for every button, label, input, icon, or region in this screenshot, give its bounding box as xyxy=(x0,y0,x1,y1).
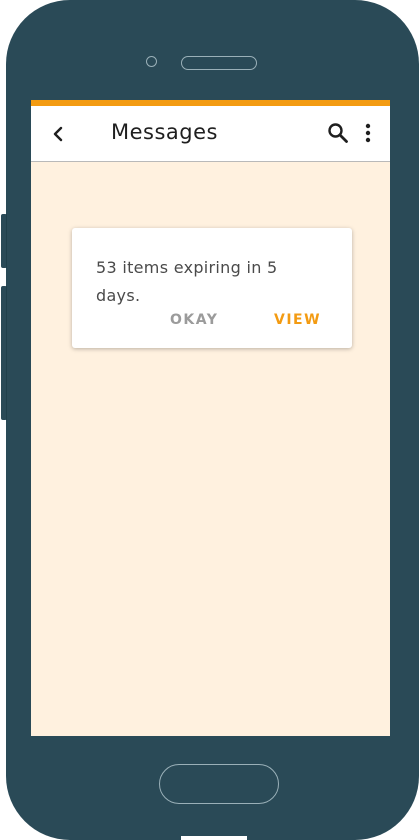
home-button xyxy=(159,764,279,804)
view-button[interactable]: VIEW xyxy=(274,312,321,328)
front-camera xyxy=(146,56,157,67)
search-button[interactable] xyxy=(327,122,349,144)
okay-button[interactable]: OKAY xyxy=(170,312,218,328)
more-options-button[interactable] xyxy=(361,122,375,144)
page-title: Messages xyxy=(111,120,218,144)
search-icon xyxy=(328,123,348,143)
app-screen: Messages 53 items expiring in 5 days. OK… xyxy=(31,100,390,736)
dialog-actions: OKAY VIEW xyxy=(72,312,352,332)
earpiece-speaker xyxy=(181,56,257,70)
dialog-message: 53 items expiring in 5 days. xyxy=(96,258,278,305)
more-vertical-icon xyxy=(365,123,371,143)
chevron-left-icon xyxy=(53,126,63,142)
power-button-edge xyxy=(6,286,7,420)
app-bar: Messages xyxy=(31,106,390,162)
bottom-marker xyxy=(181,836,247,840)
back-button[interactable] xyxy=(49,123,69,145)
volume-button-edge xyxy=(6,214,7,268)
alert-dialog: 53 items expiring in 5 days. OKAY VIEW xyxy=(72,228,352,348)
